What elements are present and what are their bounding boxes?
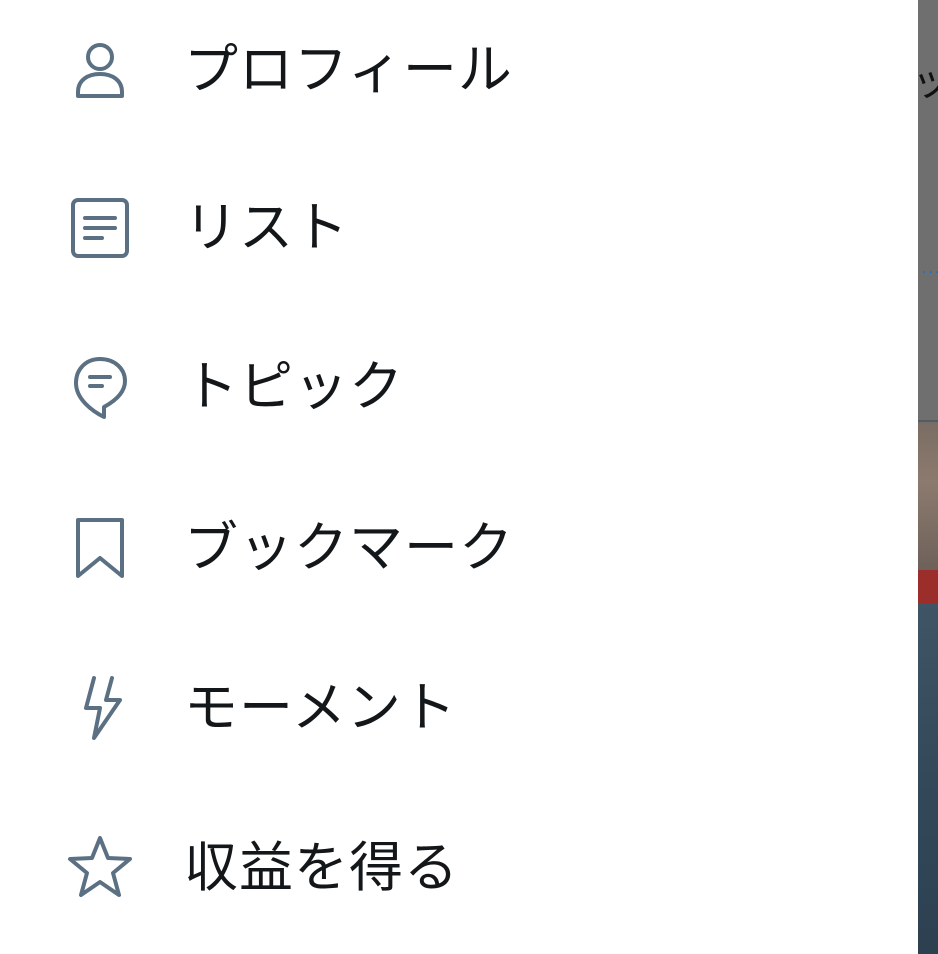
menu-item-monetization[interactable]: 収益を得る xyxy=(0,808,918,928)
background-divider xyxy=(918,420,938,422)
background-banner xyxy=(918,570,938,604)
bookmark-icon xyxy=(64,512,136,584)
menu-item-label: モーメント xyxy=(184,676,457,739)
background-thumbnail xyxy=(918,424,938,570)
background-more-dots: ... xyxy=(922,261,938,277)
star-icon xyxy=(64,832,136,904)
menu-item-lists[interactable]: リスト xyxy=(0,168,918,288)
menu-item-label: プロフィール xyxy=(184,38,513,101)
dimmed-timeline-overlay[interactable]: ッ ... xyxy=(918,0,938,954)
list-icon xyxy=(64,192,136,264)
navigation-drawer: プロフィール リスト トピック ブックマーク モーメント 収益を得る xyxy=(0,0,918,954)
background-image xyxy=(918,604,938,954)
menu-item-moments[interactable]: モーメント xyxy=(0,648,918,768)
menu-item-topics[interactable]: トピック xyxy=(0,327,918,447)
menu-item-profile[interactable]: プロフィール xyxy=(0,10,918,130)
menu-item-bookmarks[interactable]: ブックマーク xyxy=(0,488,918,608)
lightning-icon xyxy=(64,672,136,744)
screen: ッ ... プロフィール xyxy=(0,0,938,954)
menu-item-label: リスト xyxy=(184,196,349,259)
menu-item-label: 収益を得る xyxy=(184,836,459,899)
topic-bubble-icon xyxy=(64,351,136,423)
person-icon xyxy=(64,34,136,106)
menu-item-label: ブックマーク xyxy=(184,516,514,579)
background-partial-text: ッ xyxy=(918,62,938,102)
menu-item-label: トピック xyxy=(184,355,404,418)
